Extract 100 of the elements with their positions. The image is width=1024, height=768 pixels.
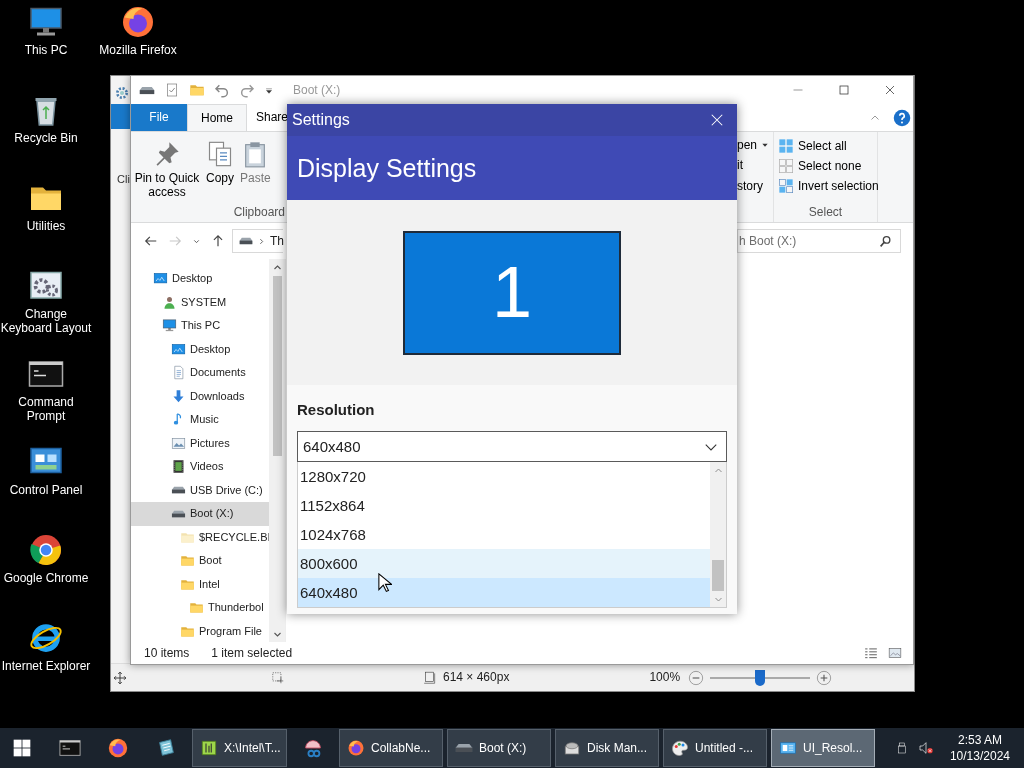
ribbon-tab[interactable]: File bbox=[131, 104, 187, 131]
drive-icon bbox=[171, 509, 186, 518]
drive-icon bbox=[139, 85, 155, 95]
scroll-up-icon bbox=[713, 466, 723, 475]
desktop-shortcut[interactable]: This PC bbox=[0, 0, 92, 58]
ribbon-label: Cli bbox=[116, 173, 131, 187]
scrollbar-thumb[interactable] bbox=[272, 276, 282, 456]
maximize-icon bbox=[838, 84, 850, 96]
cursor-icon bbox=[378, 573, 392, 594]
properties-icon[interactable] bbox=[164, 82, 180, 98]
taskbar-button[interactable]: Boot (X:) bbox=[447, 729, 551, 767]
group-label: Select bbox=[807, 204, 844, 221]
slider-thumb[interactable] bbox=[755, 669, 766, 686]
group-label: Clipboard bbox=[232, 204, 286, 221]
tree-item[interactable]: Downloads bbox=[131, 384, 269, 408]
ribbon-button[interactable]: Copy bbox=[203, 132, 237, 200]
dropdown-option[interactable]: 1280x720 bbox=[298, 462, 710, 491]
image-size-icon bbox=[423, 670, 437, 685]
usb-drive-icon[interactable] bbox=[895, 739, 908, 757]
taskbar-button[interactable]: X:\Intel\T... bbox=[192, 729, 287, 767]
clock-date: 10/13/2024 bbox=[949, 748, 1010, 765]
window-title: Boot (X:) bbox=[293, 82, 341, 98]
ribbon-button[interactable]: Invert selection bbox=[774, 176, 877, 196]
forward-icon bbox=[168, 234, 182, 248]
tree-item[interactable]: $RECYCLE.BI bbox=[131, 525, 269, 549]
picture-icon bbox=[171, 435, 186, 451]
desktop-shortcut[interactable]: Recycle Bin bbox=[0, 88, 92, 146]
address-bar[interactable]: Th bbox=[232, 229, 283, 253]
tree-item[interactable]: Pictures bbox=[131, 431, 269, 455]
invert-selection-icon bbox=[778, 178, 794, 194]
tree-item[interactable]: Program File bbox=[131, 619, 269, 642]
undo-icon[interactable] bbox=[214, 82, 230, 98]
dropdown-option[interactable]: 1024x768 bbox=[298, 520, 710, 549]
tree-item[interactable]: Desktop bbox=[131, 267, 269, 291]
monitor-icon bbox=[162, 318, 177, 334]
zoom-level: 100% bbox=[649, 670, 681, 685]
desktop-shortcut[interactable]: Control Panel bbox=[0, 440, 92, 498]
tree-item[interactable]: Boot (X:) bbox=[131, 502, 269, 526]
tree-item[interactable]: USB Drive (C:) bbox=[131, 478, 269, 502]
customize-caret-icon[interactable] bbox=[264, 85, 274, 95]
dropdown-option[interactable]: 800x600 bbox=[298, 549, 710, 578]
window-title: Settings bbox=[292, 110, 350, 130]
scrollbar-thumb[interactable] bbox=[712, 560, 724, 591]
document-icon bbox=[171, 365, 186, 381]
desktop-shortcut[interactable]: Internet Explorer bbox=[0, 616, 92, 674]
large-icons-view-icon[interactable] bbox=[887, 646, 903, 660]
help-icon[interactable] bbox=[893, 108, 911, 127]
select-all-icon bbox=[778, 138, 794, 154]
tree-item[interactable]: This PC bbox=[131, 314, 269, 338]
ribbon-button[interactable]: Select all bbox=[774, 136, 877, 156]
speaker-muted-icon[interactable] bbox=[916, 740, 935, 756]
new-folder-icon[interactable] bbox=[189, 82, 205, 98]
dropdown-option[interactable]: 1152x864 bbox=[298, 491, 710, 520]
ribbon-button[interactable]: Pin to Quick access bbox=[131, 132, 203, 200]
ribbon-button[interactable]: Select none bbox=[774, 156, 877, 176]
ribbon-button[interactable]: it bbox=[737, 155, 773, 176]
item-count: 10 items bbox=[144, 645, 190, 661]
tree-item[interactable]: Boot bbox=[131, 549, 269, 573]
drive-icon bbox=[171, 486, 186, 495]
close-icon bbox=[710, 113, 724, 127]
copy-icon bbox=[206, 140, 234, 168]
taskbar-button[interactable]: Untitled -... bbox=[663, 729, 767, 767]
scrollbar[interactable] bbox=[710, 462, 726, 607]
taskbar-button[interactable]: Disk Man... bbox=[555, 729, 659, 767]
paint-palette-icon bbox=[671, 739, 689, 757]
ribbon-button[interactable]: Paste bbox=[237, 132, 274, 200]
ribbon-button[interactable]: pen bbox=[737, 135, 773, 156]
tree-item[interactable]: SYSTEM bbox=[131, 290, 269, 314]
tree-item[interactable]: Desktop bbox=[131, 337, 269, 361]
details-view-icon[interactable] bbox=[863, 646, 879, 660]
desktop-shortcut[interactable]: Utilities bbox=[0, 176, 92, 234]
ribbon-tab[interactable]: Share bbox=[247, 104, 289, 131]
desktop-shortcut[interactable]: Command Prompt bbox=[0, 352, 92, 424]
down-arrow-icon bbox=[171, 388, 186, 404]
tree-item[interactable]: Documents bbox=[131, 361, 269, 385]
tree-item[interactable]: Intel bbox=[131, 572, 269, 596]
zoom-out-button[interactable] bbox=[688, 669, 705, 686]
search-field[interactable]: h Boot (X:) bbox=[737, 229, 901, 253]
tree-item[interactable]: Thunderbol bbox=[131, 596, 269, 620]
tree-item[interactable]: Videos bbox=[131, 455, 269, 479]
back-icon bbox=[144, 234, 158, 248]
taskbar-button[interactable]: CollabNe... bbox=[339, 729, 443, 767]
scrollbar[interactable] bbox=[269, 259, 285, 642]
ribbon-button[interactable]: story bbox=[737, 175, 773, 197]
app-window-icon bbox=[779, 739, 797, 757]
page-heading: Display Settings bbox=[297, 153, 477, 183]
start-icon bbox=[12, 738, 32, 758]
desktop-shortcut[interactable]: Mozilla Firefox bbox=[92, 0, 184, 58]
taskbar-button[interactable]: UI_Resol... bbox=[771, 729, 875, 767]
tree-item[interactable]: Music bbox=[131, 408, 269, 432]
dropdown-option[interactable]: 640x480 bbox=[298, 578, 710, 607]
redo-icon[interactable] bbox=[239, 82, 255, 98]
desktop-shortcut[interactable]: Google Chrome bbox=[0, 528, 92, 586]
scroll-up-icon bbox=[272, 263, 282, 272]
ribbon-tab[interactable]: Home bbox=[187, 104, 247, 131]
resolution-dropdown[interactable]: 640x480 bbox=[297, 431, 727, 462]
scroll-down-icon bbox=[272, 630, 282, 639]
zoom-in-button[interactable] bbox=[816, 669, 833, 686]
desktop-shortcut[interactable]: Change Keyboard Layout bbox=[0, 264, 92, 336]
display-preview[interactable]: 1 bbox=[403, 230, 621, 355]
